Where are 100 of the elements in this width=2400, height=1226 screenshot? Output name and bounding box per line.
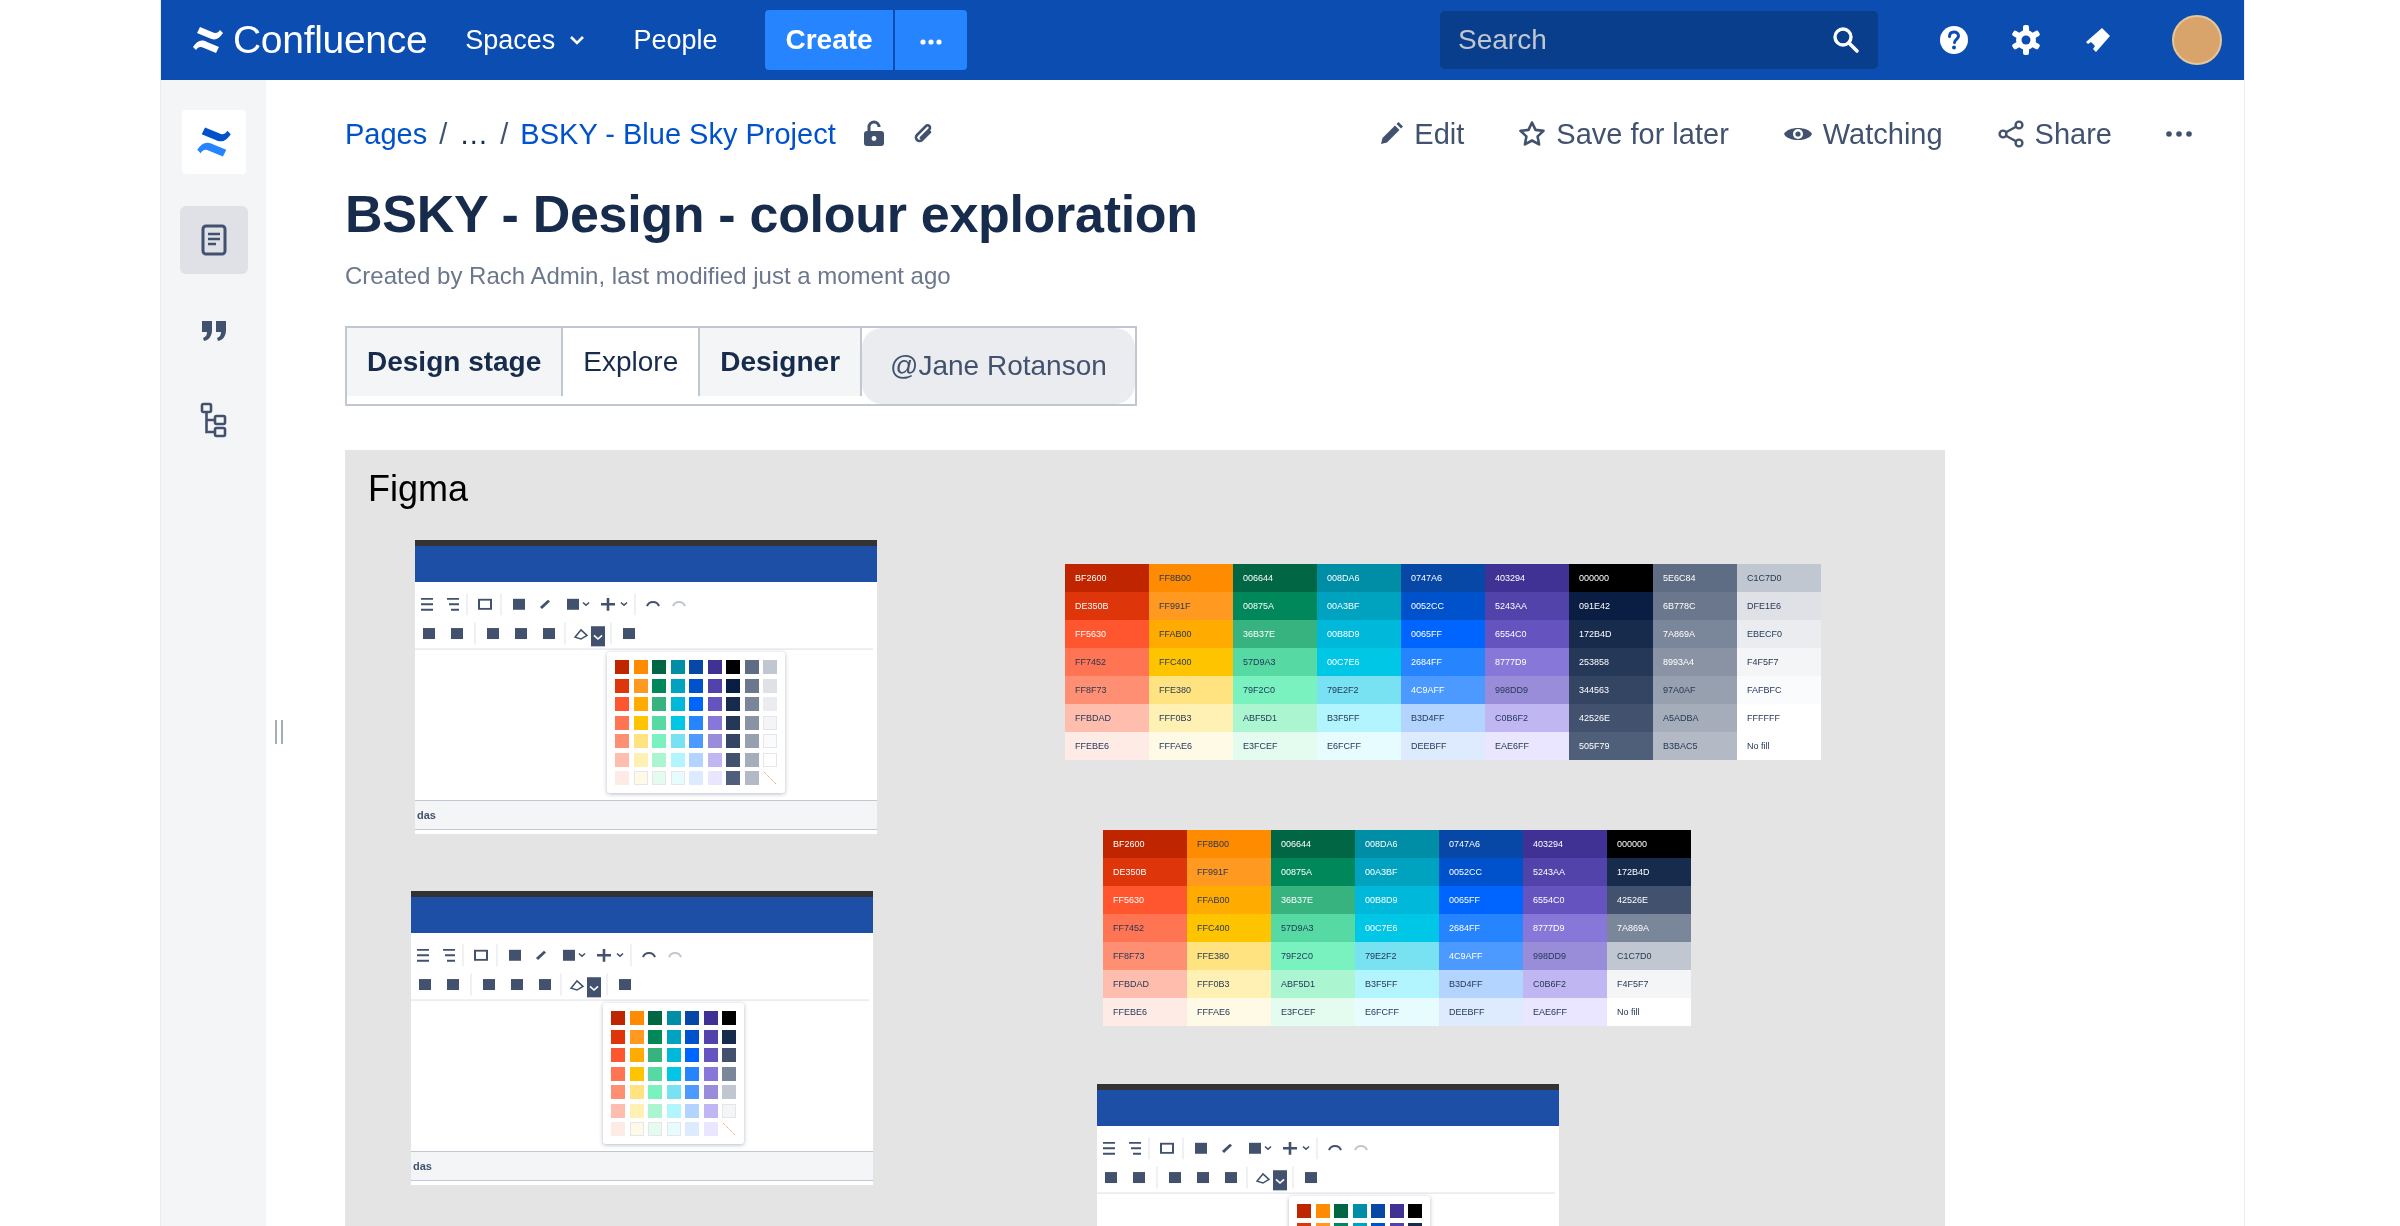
colour-swatch[interactable] (1389, 1204, 1404, 1218)
sidebar-item[interactable] (179, 206, 248, 274)
colour-swatch[interactable] (722, 1029, 736, 1044)
colour-swatch[interactable] (1371, 1204, 1385, 1218)
colour-swatch[interactable] (666, 1029, 681, 1044)
colour-swatch[interactable] (689, 678, 703, 693)
colour-swatch[interactable] (722, 1066, 736, 1081)
resize-handle[interactable] (274, 720, 284, 744)
colour-swatch[interactable] (611, 1048, 625, 1062)
colour-swatch[interactable] (744, 678, 759, 693)
colour-swatch[interactable] (744, 715, 759, 730)
colour-swatch[interactable] (685, 1048, 699, 1062)
colour-swatch[interactable] (648, 1011, 662, 1025)
colour-swatch[interactable] (629, 1103, 644, 1118)
colour-swatch[interactable] (648, 1029, 662, 1044)
nav-link[interactable]: People (633, 24, 718, 56)
colour-swatch[interactable] (1297, 1204, 1311, 1218)
colour-swatch[interactable] (744, 660, 759, 674)
colour-swatch[interactable] (629, 1029, 644, 1044)
product-name[interactable]: Confluence (233, 18, 428, 62)
colour-swatch[interactable] (629, 1066, 644, 1081)
colour-swatch[interactable] (652, 752, 666, 767)
colour-swatch[interactable] (670, 660, 685, 674)
colour-swatch[interactable] (703, 1011, 718, 1025)
colour-swatch[interactable] (670, 752, 685, 767)
colour-swatch[interactable] (726, 752, 740, 767)
colour-swatch[interactable] (666, 1011, 681, 1025)
colour-swatch[interactable] (633, 697, 648, 711)
colour-swatch[interactable] (726, 660, 740, 674)
more-actions-button[interactable] (2166, 131, 2192, 137)
colour-swatch[interactable] (1315, 1204, 1330, 1218)
colour-swatch[interactable] (689, 660, 703, 674)
colour-swatch[interactable] (1334, 1204, 1348, 1218)
colour-swatch[interactable] (689, 697, 703, 711)
colour-swatch[interactable] (611, 1011, 625, 1025)
colour-swatch[interactable] (703, 1085, 718, 1099)
colour-swatch[interactable] (685, 1066, 699, 1081)
colour-swatch[interactable] (685, 1103, 699, 1118)
breadcrumb-link[interactable]: … (459, 117, 489, 151)
colour-swatch[interactable] (648, 1103, 662, 1118)
help-icon[interactable] (1938, 24, 1970, 56)
colour-swatch[interactable] (670, 678, 685, 693)
colour-swatch[interactable] (685, 1011, 699, 1025)
colour-swatch[interactable] (611, 1085, 625, 1099)
page-action-link[interactable]: Save for later (1518, 117, 1729, 151)
logo-icon[interactable] (191, 25, 225, 55)
colour-swatch[interactable] (633, 752, 648, 767)
more-button[interactable] (894, 10, 967, 70)
colour-swatch[interactable] (666, 1066, 681, 1081)
colour-swatch[interactable] (670, 715, 685, 730)
breadcrumb-link[interactable]: Pages (345, 117, 428, 151)
colour-swatch[interactable] (722, 1048, 736, 1062)
colour-swatch[interactable] (611, 1066, 625, 1081)
unlocked-padlock-icon[interactable] (861, 120, 886, 148)
colour-swatch[interactable] (615, 678, 629, 693)
colour-swatch[interactable] (633, 678, 648, 693)
colour-swatch[interactable] (666, 1085, 681, 1099)
colour-swatch[interactable] (1352, 1204, 1367, 1218)
colour-swatch[interactable] (726, 771, 740, 785)
colour-swatch[interactable] (763, 660, 777, 674)
colour-swatch[interactable] (707, 771, 722, 785)
colour-swatch[interactable] (685, 1085, 699, 1099)
colour-swatch[interactable] (685, 1029, 699, 1044)
colour-swatch[interactable] (615, 771, 629, 785)
colour-swatch[interactable] (629, 1011, 644, 1025)
page-action-link[interactable]: Edit (1378, 117, 1465, 151)
colour-swatch[interactable] (611, 1029, 625, 1044)
colour-swatch[interactable] (615, 734, 629, 748)
colour-swatch[interactable] (652, 734, 666, 748)
colour-swatch[interactable] (707, 697, 722, 711)
colour-swatch[interactable] (615, 660, 629, 674)
page-action-link[interactable]: Watching (1782, 117, 1943, 151)
colour-swatch[interactable] (648, 1085, 662, 1099)
colour-swatch[interactable] (685, 1122, 699, 1136)
colour-swatch[interactable] (670, 734, 685, 748)
colour-swatch[interactable] (726, 734, 740, 748)
colour-swatch[interactable] (629, 1085, 644, 1099)
colour-swatch[interactable] (744, 697, 759, 711)
colour-swatch[interactable] (707, 752, 722, 767)
avatar[interactable] (2172, 15, 2222, 65)
colour-swatch[interactable] (703, 1122, 718, 1136)
colour-swatch[interactable] (633, 715, 648, 730)
breadcrumb-link[interactable]: BSKY - Blue Sky Project (520, 117, 836, 151)
colour-swatch[interactable] (744, 771, 759, 785)
colour-swatch[interactable] (689, 752, 703, 767)
page-action-link[interactable]: Share (1996, 117, 2112, 151)
colour-swatch[interactable] (666, 1048, 681, 1062)
colour-swatch[interactable] (707, 678, 722, 693)
colour-swatch[interactable] (726, 697, 740, 711)
colour-swatch[interactable] (744, 752, 759, 767)
colour-swatch[interactable] (726, 715, 740, 730)
colour-swatch[interactable] (744, 734, 759, 748)
colour-swatch[interactable] (726, 678, 740, 693)
colour-swatch[interactable] (703, 1066, 718, 1081)
colour-swatch[interactable] (722, 1011, 736, 1025)
colour-swatch[interactable] (648, 1066, 662, 1081)
colour-swatch[interactable] (703, 1103, 718, 1118)
colour-swatch[interactable] (633, 660, 648, 674)
colour-swatch[interactable] (722, 1085, 736, 1099)
colour-swatch[interactable] (633, 734, 648, 748)
